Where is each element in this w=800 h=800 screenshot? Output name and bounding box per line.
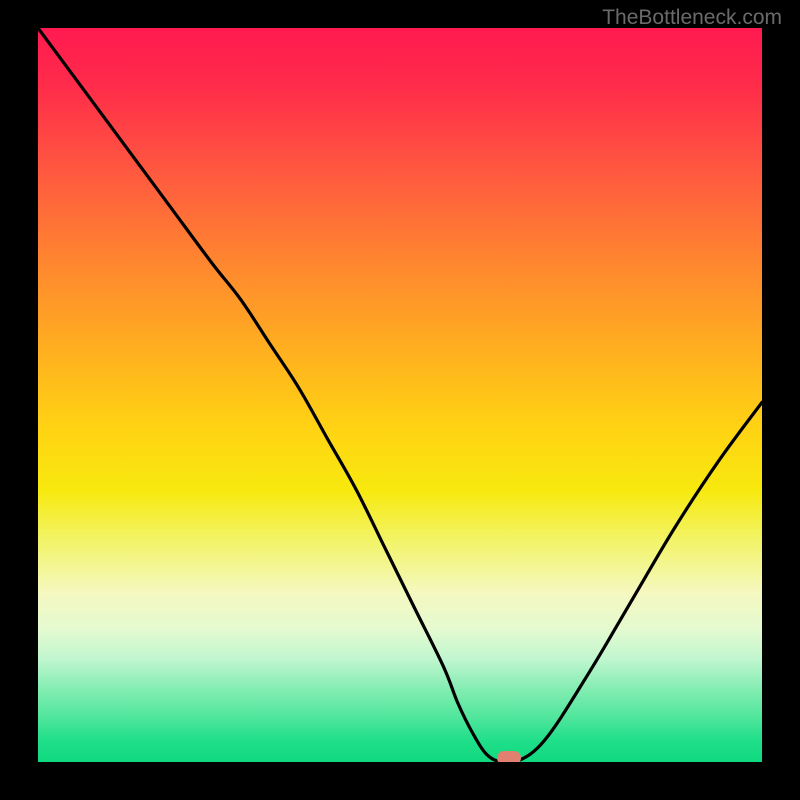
bottleneck-curve xyxy=(38,28,762,762)
bottleneck-curve-svg xyxy=(38,28,762,762)
plot-area xyxy=(38,28,762,762)
minimum-marker xyxy=(497,751,521,762)
watermark-text: TheBottleneck.com xyxy=(602,6,782,30)
